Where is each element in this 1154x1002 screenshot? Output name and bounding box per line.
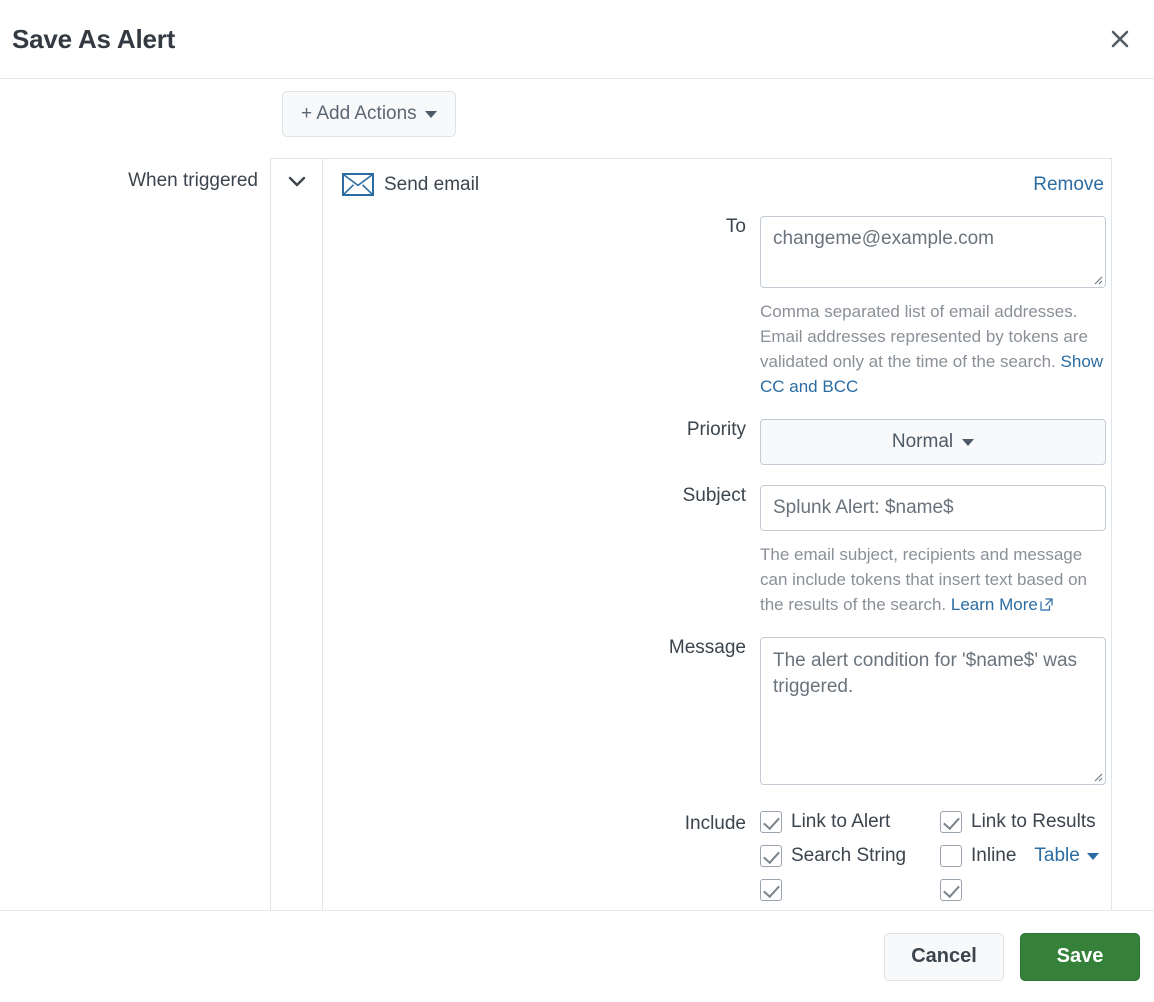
email-action-content: Send email Remove To changeme@example.co… — [323, 159, 1120, 910]
envelope-icon — [342, 173, 374, 196]
include-label: Include — [684, 813, 746, 834]
add-actions-button[interactable]: + Add Actions — [282, 91, 456, 137]
include-option-label: Link to Results — [971, 811, 1096, 832]
include-option-inline[interactable]: Inline Table — [940, 845, 1099, 867]
checkbox-icon — [940, 811, 962, 833]
cancel-button[interactable]: Cancel — [884, 932, 1004, 981]
dialog-body: + Add Actions When triggered Send email … — [0, 79, 1154, 911]
to-help-text: Comma separated list of email addresses.… — [760, 299, 1112, 399]
priority-label: Priority — [686, 419, 746, 440]
to-field-row: To Comma separated list of email address… — [323, 216, 1120, 399]
include-option-clipped-right[interactable] — [940, 879, 1120, 901]
subject-input[interactable] — [760, 485, 1106, 531]
inline-format-select[interactable]: Table — [1034, 845, 1099, 867]
save-as-alert-dialog: Save As Alert + Add Actions When trigger… — [0, 0, 1154, 1002]
include-option-label: Link to Alert — [791, 811, 891, 832]
priority-value: Normal — [891, 431, 954, 452]
subject-help-line-3: the results of the search. — [760, 595, 947, 614]
chevron-down-icon — [288, 176, 305, 187]
subject-field-row: Subject The email subject, recipients an… — [323, 485, 1120, 617]
chevron-down-icon — [424, 110, 437, 118]
include-options: Link to Alert Link to Results Search Str… — [760, 811, 1120, 901]
to-help-line-2: Email addresses represented by tokens ar… — [760, 327, 1088, 346]
close-icon[interactable] — [1100, 19, 1140, 59]
message-label: Message — [668, 637, 746, 658]
include-option-link-to-alert[interactable]: Link to Alert — [760, 811, 940, 833]
include-option-label: Inline — [971, 845, 1017, 866]
dialog-footer: Cancel Save — [0, 911, 1154, 1002]
include-option-clipped-left[interactable] — [760, 879, 940, 901]
subject-help-line-2: can include tokens that insert text base… — [760, 570, 1087, 589]
priority-field-row: Priority Normal — [323, 419, 1120, 465]
dialog-header: Save As Alert — [0, 0, 1154, 79]
checkbox-icon — [940, 879, 962, 901]
remove-action-link[interactable]: Remove — [1033, 174, 1104, 196]
checkbox-icon — [760, 811, 782, 833]
subject-help-text: The email subject, recipients and messag… — [760, 542, 1112, 617]
caret-down-icon — [1086, 852, 1099, 860]
to-input[interactable] — [760, 216, 1106, 288]
when-triggered-row: When triggered Send email Remove To chan… — [0, 158, 1154, 910]
to-help-line-1: Comma separated list of email addresses. — [760, 302, 1078, 321]
email-action-title: Send email — [384, 173, 480, 195]
message-input[interactable] — [760, 637, 1106, 785]
include-option-link-to-results[interactable]: Link to Results — [940, 811, 1120, 833]
subject-help-line-1: The email subject, recipients and messag… — [760, 545, 1083, 564]
subject-label: Subject — [682, 485, 746, 506]
include-option-search-string[interactable]: Search String — [760, 845, 940, 867]
add-actions-row: + Add Actions — [0, 83, 1154, 137]
email-action-panel: Send email Remove To changeme@example.co… — [270, 158, 1112, 910]
save-button[interactable]: Save — [1020, 932, 1140, 981]
include-option-label: Search String — [791, 845, 907, 866]
learn-more-link[interactable]: Learn More — [951, 595, 1038, 614]
include-field-row: Include Link to Alert Link to Results Se… — [323, 811, 1120, 901]
checkbox-icon — [940, 845, 962, 867]
when-triggered-label: When triggered — [128, 170, 258, 191]
checkbox-icon — [760, 845, 782, 867]
page-title: Save As Alert — [12, 23, 176, 54]
add-actions-label: + Add Actions — [301, 103, 417, 124]
to-help-line-3: validated only at the time of the search… — [760, 352, 1056, 371]
message-field-row: Message — [323, 637, 1120, 785]
inline-format-value: Table — [1034, 845, 1080, 866]
priority-select[interactable]: Normal — [760, 419, 1106, 465]
external-link-icon — [1040, 598, 1053, 611]
to-label: To — [725, 216, 746, 237]
caret-down-icon — [962, 438, 975, 446]
email-action-header: Send email Remove — [323, 173, 1120, 196]
panel-collapse-toggle[interactable] — [271, 159, 323, 910]
checkbox-icon — [760, 879, 782, 901]
